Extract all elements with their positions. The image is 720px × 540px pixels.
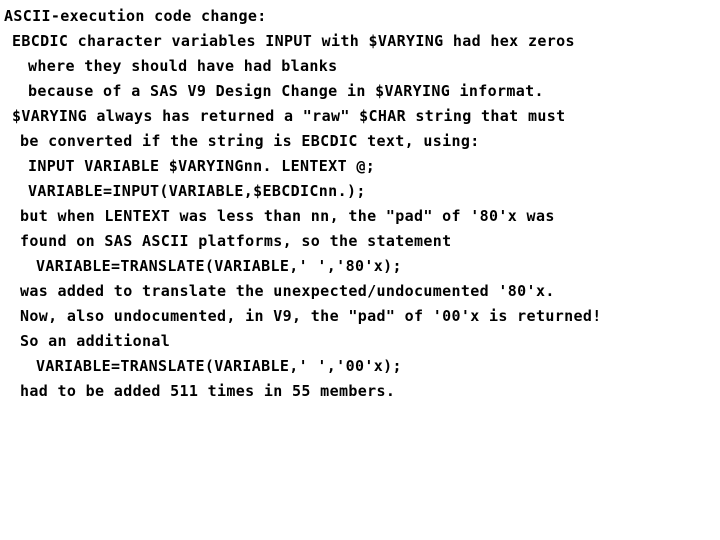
slide-text-line: was added to translate the unexpected/un… bbox=[20, 282, 555, 300]
slide-text-line: because of a SAS V9 Design Change in $VA… bbox=[28, 82, 544, 100]
slide-text-line: but when LENTEXT was less than nn, the "… bbox=[20, 207, 555, 225]
slide-text-line: INPUT VARIABLE $VARYINGnn. LENTEXT @; bbox=[28, 157, 376, 175]
slide-text-line: be converted if the string is EBCDIC tex… bbox=[20, 132, 480, 150]
slide-text-line: VARIABLE=TRANSLATE(VARIABLE,' ','80'x); bbox=[36, 257, 402, 275]
slide-text-line: VARIABLE=TRANSLATE(VARIABLE,' ','00'x); bbox=[36, 357, 402, 375]
slide-title-line: ASCII-execution code change: bbox=[4, 7, 267, 25]
slide-text-line: EBCDIC character variables INPUT with $V… bbox=[12, 32, 575, 50]
slide-text-line: So an additional bbox=[20, 332, 171, 350]
slide-text-block: ASCII-execution code change: EBCDIC chara… bbox=[0, 4, 720, 404]
slide-canvas: ASCII-execution code change: EBCDIC chara… bbox=[0, 0, 720, 540]
slide-text-line: found on SAS ASCII platforms, so the sta… bbox=[20, 232, 452, 250]
slide-text-line: Now, also undocumented, in V9, the "pad"… bbox=[20, 307, 602, 325]
slide-text-line: had to be added 511 times in 55 members. bbox=[20, 382, 396, 400]
slide-text-line: VARIABLE=INPUT(VARIABLE,$EBCDICnn.); bbox=[28, 182, 366, 200]
slide-text-line: $VARYING always has returned a "raw" $CH… bbox=[12, 107, 566, 125]
slide-text-line: where they should have had blanks bbox=[28, 57, 338, 75]
